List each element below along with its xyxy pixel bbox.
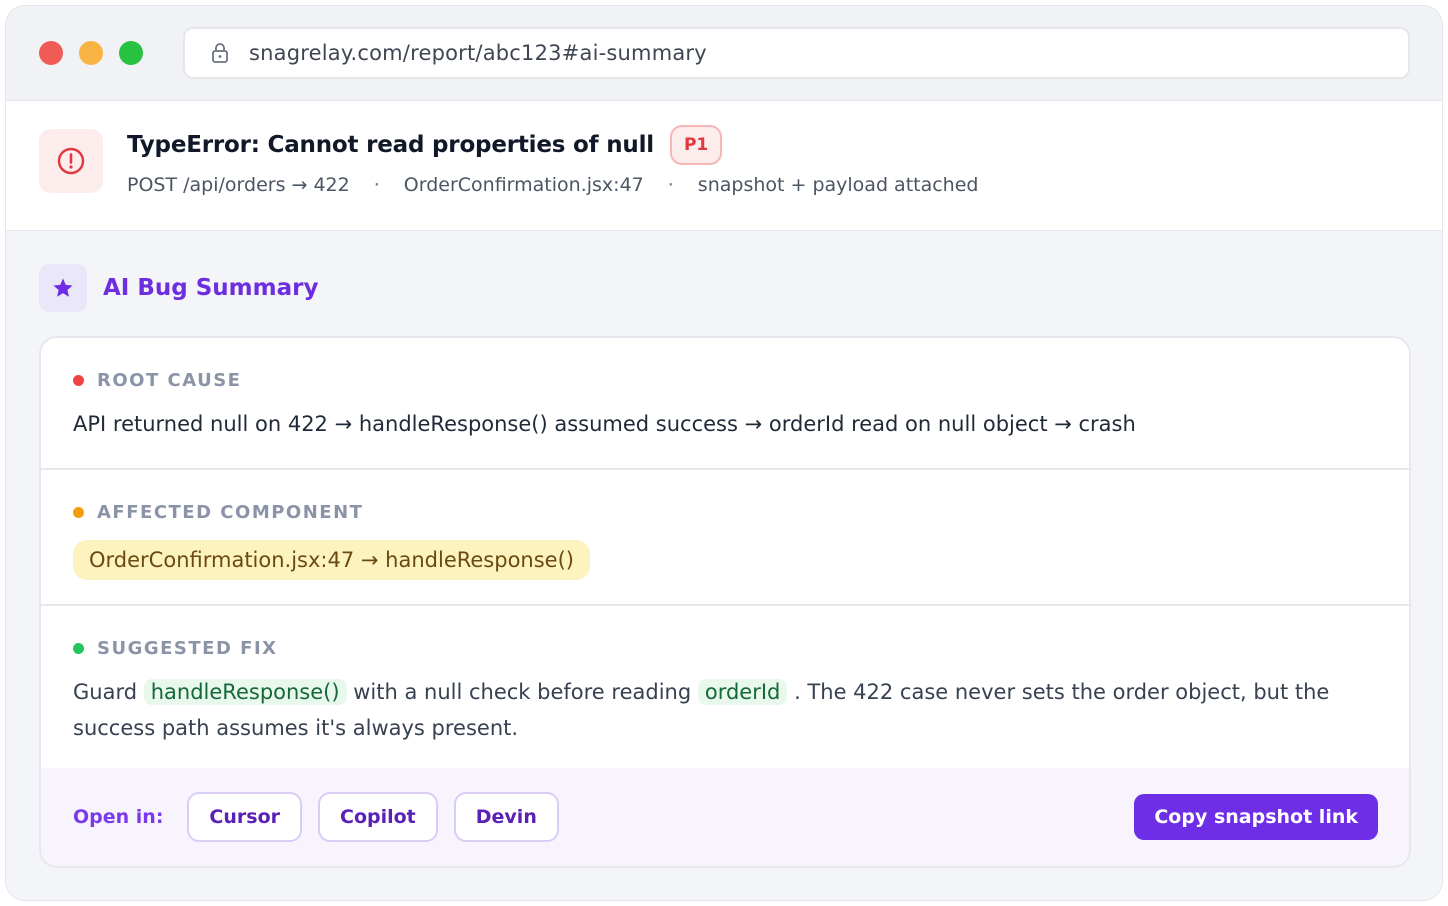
lock-icon <box>209 42 231 64</box>
code-snippet: handleResponse() <box>143 679 347 705</box>
open-in-label: Open in: <box>73 806 164 828</box>
open-in-copilot-button[interactable]: Copilot <box>318 792 438 842</box>
address-bar[interactable]: snagrelay.com/report/abc123#ai-summary <box>183 27 1410 79</box>
root-cause-label: ROOT CAUSE <box>97 370 242 391</box>
ai-summary-header: AI Bug Summary <box>39 264 318 312</box>
error-header: TypeError: Cannot read properties of nul… <box>6 101 1442 231</box>
error-title: TypeError: Cannot read properties of nul… <box>127 132 654 158</box>
copy-snapshot-link-button[interactable]: Copy snapshot link <box>1134 794 1378 840</box>
affected-component-dot <box>73 507 84 518</box>
suggested-fix-label: SUGGESTED FIX <box>97 638 278 659</box>
url-text: snagrelay.com/report/abc123#ai-summary <box>249 41 707 65</box>
attachments-info: snapshot + payload attached <box>697 174 979 196</box>
card-footer: Open in: Cursor Copilot Devin Copy snaps… <box>41 768 1409 866</box>
affected-component-section: AFFECTED COMPONENT OrderConfirmation.jsx… <box>41 470 1409 606</box>
suggested-fix-dot <box>73 643 84 654</box>
open-in-cursor-button[interactable]: Cursor <box>187 792 302 842</box>
fix-text-part: Guard <box>73 680 138 704</box>
ai-summary-card: ROOT CAUSE API returned null on 422 → ha… <box>39 336 1411 868</box>
suggested-fix-text: Guard handleResponse() with a null check… <box>73 674 1373 746</box>
browser-window: snagrelay.com/report/abc123#ai-summary T… <box>5 5 1443 901</box>
minimize-window-button[interactable] <box>79 41 103 65</box>
root-cause-text: API returned null on 422 → handleRespons… <box>73 412 1136 436</box>
close-window-button[interactable] <box>39 41 63 65</box>
suggested-fix-label-row: SUGGESTED FIX <box>73 638 278 659</box>
error-meta: POST /api/orders → 422 · OrderConfirmati… <box>127 174 978 196</box>
meta-separator: · <box>373 174 380 196</box>
browser-chrome: snagrelay.com/report/abc123#ai-summary <box>6 6 1442 101</box>
meta-separator: · <box>667 174 674 196</box>
affected-component-label: AFFECTED COMPONENT <box>97 502 364 523</box>
priority-badge: P1 <box>669 125 723 165</box>
maximize-window-button[interactable] <box>119 41 143 65</box>
code-snippet: orderId <box>697 679 788 705</box>
source-location: OrderConfirmation.jsx:47 <box>403 174 644 196</box>
error-title-row: TypeError: Cannot read properties of nul… <box>127 125 723 165</box>
root-cause-label-row: ROOT CAUSE <box>73 370 241 391</box>
ai-summary-title: AI Bug Summary <box>103 275 319 301</box>
fix-text-part: with a null check before reading <box>353 680 692 704</box>
affected-component-label-row: AFFECTED COMPONENT <box>73 502 363 523</box>
error-alert-icon <box>39 129 103 193</box>
root-cause-section: ROOT CAUSE API returned null on 422 → ha… <box>41 338 1409 470</box>
star-icon <box>39 264 87 312</box>
suggested-fix-section: SUGGESTED FIX Guard handleResponse() wit… <box>41 606 1409 770</box>
open-in-devin-button[interactable]: Devin <box>453 792 559 842</box>
request-info: POST /api/orders → 422 <box>127 174 350 196</box>
root-cause-dot <box>73 375 84 386</box>
affected-component-value: OrderConfirmation.jsx:47 → handleRespons… <box>73 540 590 580</box>
